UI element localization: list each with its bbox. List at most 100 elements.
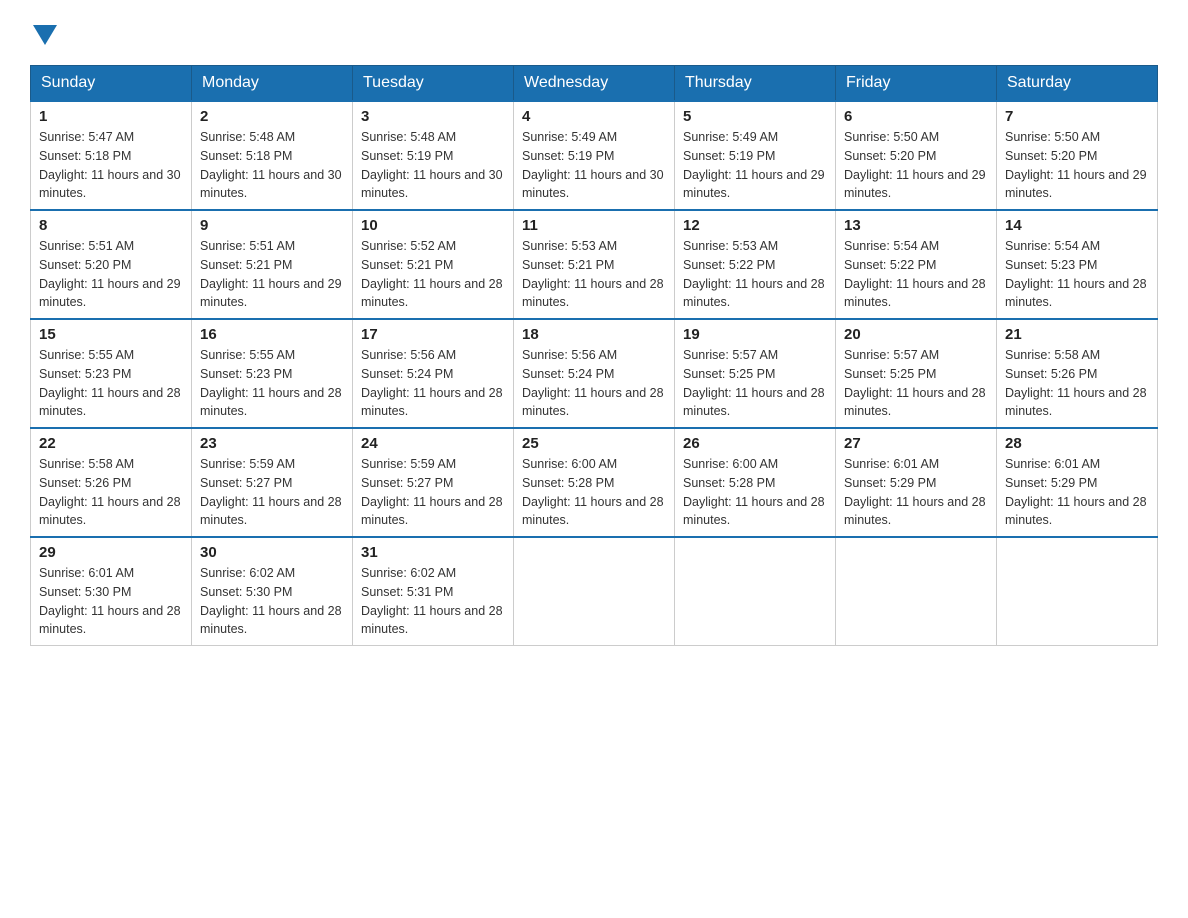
week-row: 22 Sunrise: 5:58 AM Sunset: 5:26 PM Dayl… (31, 428, 1158, 537)
day-info: Sunrise: 5:50 AM Sunset: 5:20 PM Dayligh… (1005, 128, 1149, 203)
day-info: Sunrise: 5:49 AM Sunset: 5:19 PM Dayligh… (522, 128, 666, 203)
day-of-week-header: Monday (192, 66, 353, 102)
calendar-cell: 16 Sunrise: 5:55 AM Sunset: 5:23 PM Dayl… (192, 319, 353, 428)
week-row: 15 Sunrise: 5:55 AM Sunset: 5:23 PM Dayl… (31, 319, 1158, 428)
day-number: 24 (361, 435, 505, 452)
day-info: Sunrise: 5:48 AM Sunset: 5:19 PM Dayligh… (361, 128, 505, 203)
day-number: 14 (1005, 217, 1149, 234)
day-info: Sunrise: 5:54 AM Sunset: 5:23 PM Dayligh… (1005, 237, 1149, 312)
day-of-week-header: Tuesday (353, 66, 514, 102)
day-number: 3 (361, 108, 505, 125)
calendar-cell: 19 Sunrise: 5:57 AM Sunset: 5:25 PM Dayl… (675, 319, 836, 428)
day-info: Sunrise: 5:51 AM Sunset: 5:20 PM Dayligh… (39, 237, 183, 312)
day-number: 26 (683, 435, 827, 452)
day-of-week-header: Thursday (675, 66, 836, 102)
calendar-cell: 28 Sunrise: 6:01 AM Sunset: 5:29 PM Dayl… (997, 428, 1158, 537)
day-info: Sunrise: 5:56 AM Sunset: 5:24 PM Dayligh… (522, 346, 666, 421)
day-number: 28 (1005, 435, 1149, 452)
calendar-cell: 3 Sunrise: 5:48 AM Sunset: 5:19 PM Dayli… (353, 101, 514, 210)
logo (30, 20, 60, 45)
calendar-cell: 11 Sunrise: 5:53 AM Sunset: 5:21 PM Dayl… (514, 210, 675, 319)
calendar-cell: 31 Sunrise: 6:02 AM Sunset: 5:31 PM Dayl… (353, 537, 514, 646)
day-of-week-header: Sunday (31, 66, 192, 102)
day-number: 12 (683, 217, 827, 234)
calendar-cell: 1 Sunrise: 5:47 AM Sunset: 5:18 PM Dayli… (31, 101, 192, 210)
calendar-cell (836, 537, 997, 646)
week-row: 29 Sunrise: 6:01 AM Sunset: 5:30 PM Dayl… (31, 537, 1158, 646)
calendar-cell: 21 Sunrise: 5:58 AM Sunset: 5:26 PM Dayl… (997, 319, 1158, 428)
day-number: 10 (361, 217, 505, 234)
day-number: 30 (200, 544, 344, 561)
day-number: 27 (844, 435, 988, 452)
calendar-header-row: SundayMondayTuesdayWednesdayThursdayFrid… (31, 66, 1158, 102)
day-number: 17 (361, 326, 505, 343)
week-row: 8 Sunrise: 5:51 AM Sunset: 5:20 PM Dayli… (31, 210, 1158, 319)
calendar-cell: 25 Sunrise: 6:00 AM Sunset: 5:28 PM Dayl… (514, 428, 675, 537)
calendar-cell: 5 Sunrise: 5:49 AM Sunset: 5:19 PM Dayli… (675, 101, 836, 210)
calendar-cell (997, 537, 1158, 646)
day-number: 31 (361, 544, 505, 561)
calendar-cell: 20 Sunrise: 5:57 AM Sunset: 5:25 PM Dayl… (836, 319, 997, 428)
day-info: Sunrise: 6:00 AM Sunset: 5:28 PM Dayligh… (683, 455, 827, 530)
day-info: Sunrise: 6:02 AM Sunset: 5:31 PM Dayligh… (361, 564, 505, 639)
day-number: 7 (1005, 108, 1149, 125)
day-info: Sunrise: 5:59 AM Sunset: 5:27 PM Dayligh… (361, 455, 505, 530)
day-info: Sunrise: 6:01 AM Sunset: 5:29 PM Dayligh… (1005, 455, 1149, 530)
calendar-cell: 27 Sunrise: 6:01 AM Sunset: 5:29 PM Dayl… (836, 428, 997, 537)
calendar-cell (514, 537, 675, 646)
day-number: 8 (39, 217, 183, 234)
day-info: Sunrise: 5:58 AM Sunset: 5:26 PM Dayligh… (39, 455, 183, 530)
day-number: 21 (1005, 326, 1149, 343)
day-info: Sunrise: 5:56 AM Sunset: 5:24 PM Dayligh… (361, 346, 505, 421)
logo-triangle-icon (33, 25, 57, 45)
day-number: 20 (844, 326, 988, 343)
calendar-cell: 10 Sunrise: 5:52 AM Sunset: 5:21 PM Dayl… (353, 210, 514, 319)
day-info: Sunrise: 5:55 AM Sunset: 5:23 PM Dayligh… (39, 346, 183, 421)
day-number: 11 (522, 217, 666, 234)
calendar-cell (675, 537, 836, 646)
day-info: Sunrise: 5:55 AM Sunset: 5:23 PM Dayligh… (200, 346, 344, 421)
calendar-cell: 22 Sunrise: 5:58 AM Sunset: 5:26 PM Dayl… (31, 428, 192, 537)
calendar-cell: 7 Sunrise: 5:50 AM Sunset: 5:20 PM Dayli… (997, 101, 1158, 210)
day-number: 29 (39, 544, 183, 561)
day-info: Sunrise: 5:53 AM Sunset: 5:21 PM Dayligh… (522, 237, 666, 312)
day-info: Sunrise: 5:50 AM Sunset: 5:20 PM Dayligh… (844, 128, 988, 203)
calendar-cell: 9 Sunrise: 5:51 AM Sunset: 5:21 PM Dayli… (192, 210, 353, 319)
calendar-table: SundayMondayTuesdayWednesdayThursdayFrid… (30, 65, 1158, 646)
day-number: 25 (522, 435, 666, 452)
day-info: Sunrise: 5:51 AM Sunset: 5:21 PM Dayligh… (200, 237, 344, 312)
day-number: 15 (39, 326, 183, 343)
calendar-cell: 26 Sunrise: 6:00 AM Sunset: 5:28 PM Dayl… (675, 428, 836, 537)
day-number: 18 (522, 326, 666, 343)
calendar-cell: 24 Sunrise: 5:59 AM Sunset: 5:27 PM Dayl… (353, 428, 514, 537)
day-info: Sunrise: 5:57 AM Sunset: 5:25 PM Dayligh… (683, 346, 827, 421)
calendar-cell: 8 Sunrise: 5:51 AM Sunset: 5:20 PM Dayli… (31, 210, 192, 319)
day-info: Sunrise: 5:57 AM Sunset: 5:25 PM Dayligh… (844, 346, 988, 421)
day-info: Sunrise: 6:01 AM Sunset: 5:29 PM Dayligh… (844, 455, 988, 530)
week-row: 1 Sunrise: 5:47 AM Sunset: 5:18 PM Dayli… (31, 101, 1158, 210)
calendar-cell: 2 Sunrise: 5:48 AM Sunset: 5:18 PM Dayli… (192, 101, 353, 210)
day-number: 22 (39, 435, 183, 452)
calendar-cell: 13 Sunrise: 5:54 AM Sunset: 5:22 PM Dayl… (836, 210, 997, 319)
calendar-cell: 6 Sunrise: 5:50 AM Sunset: 5:20 PM Dayli… (836, 101, 997, 210)
day-info: Sunrise: 6:02 AM Sunset: 5:30 PM Dayligh… (200, 564, 344, 639)
day-number: 6 (844, 108, 988, 125)
calendar-cell: 4 Sunrise: 5:49 AM Sunset: 5:19 PM Dayli… (514, 101, 675, 210)
calendar-cell: 15 Sunrise: 5:55 AM Sunset: 5:23 PM Dayl… (31, 319, 192, 428)
calendar-cell: 12 Sunrise: 5:53 AM Sunset: 5:22 PM Dayl… (675, 210, 836, 319)
calendar-cell: 23 Sunrise: 5:59 AM Sunset: 5:27 PM Dayl… (192, 428, 353, 537)
day-info: Sunrise: 5:49 AM Sunset: 5:19 PM Dayligh… (683, 128, 827, 203)
day-info: Sunrise: 5:47 AM Sunset: 5:18 PM Dayligh… (39, 128, 183, 203)
calendar-cell: 30 Sunrise: 6:02 AM Sunset: 5:30 PM Dayl… (192, 537, 353, 646)
day-number: 13 (844, 217, 988, 234)
calendar-cell: 17 Sunrise: 5:56 AM Sunset: 5:24 PM Dayl… (353, 319, 514, 428)
day-number: 19 (683, 326, 827, 343)
day-number: 9 (200, 217, 344, 234)
day-info: Sunrise: 6:01 AM Sunset: 5:30 PM Dayligh… (39, 564, 183, 639)
day-info: Sunrise: 5:59 AM Sunset: 5:27 PM Dayligh… (200, 455, 344, 530)
day-info: Sunrise: 5:48 AM Sunset: 5:18 PM Dayligh… (200, 128, 344, 203)
day-of-week-header: Friday (836, 66, 997, 102)
day-number: 1 (39, 108, 183, 125)
day-info: Sunrise: 5:52 AM Sunset: 5:21 PM Dayligh… (361, 237, 505, 312)
day-info: Sunrise: 5:58 AM Sunset: 5:26 PM Dayligh… (1005, 346, 1149, 421)
